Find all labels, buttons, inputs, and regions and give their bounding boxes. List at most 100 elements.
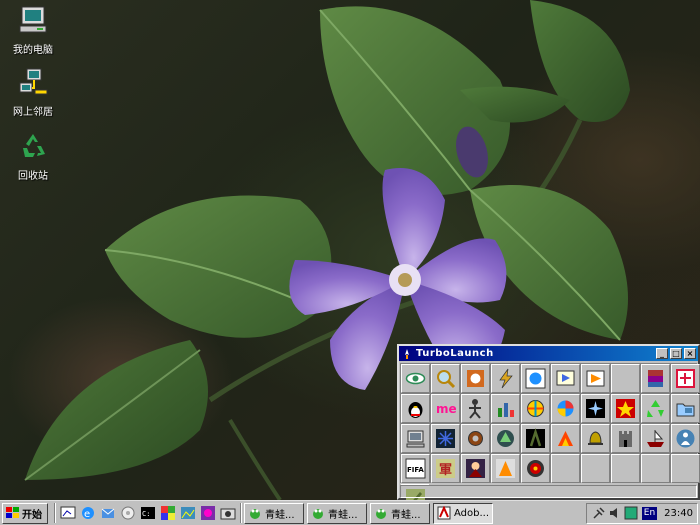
status-bar	[400, 485, 697, 498]
ie-browser-icon	[525, 368, 546, 389]
launcher-slot[interactable]	[521, 364, 550, 393]
svg-text:C:: C:	[142, 510, 150, 518]
recycle-icon	[647, 400, 664, 417]
separator	[240, 503, 242, 523]
launcher-slot[interactable]	[491, 364, 520, 393]
turbolaunch-title-bar[interactable]: TurboLaunch _ □ ×	[399, 346, 698, 361]
launcher-slot[interactable]	[401, 364, 430, 393]
launcher-slot[interactable]	[581, 364, 610, 393]
desktop-icon-label: 我的电脑	[13, 45, 53, 56]
svg-text:FIFA: FIFA	[407, 466, 424, 474]
frog-icon	[376, 509, 386, 519]
palette-icon[interactable]	[160, 505, 176, 521]
wheel-icon	[557, 400, 574, 417]
command-icon[interactable]: C:	[140, 505, 156, 521]
outlook-express-icon[interactable]	[100, 505, 116, 521]
image-viewer-icon[interactable]	[180, 505, 196, 521]
people-icon	[676, 429, 695, 448]
taskbar-button-label: Adob...	[454, 507, 490, 519]
launcher-slot-empty	[671, 454, 700, 483]
winrar-icon	[648, 370, 663, 387]
launcher-slot[interactable]: 軍	[431, 454, 460, 483]
media-player-icon	[556, 370, 575, 386]
adobe-icon	[437, 506, 451, 520]
launcher-slot[interactable]	[401, 424, 430, 453]
camera-icon[interactable]	[220, 505, 236, 521]
launcher-slot[interactable]: me	[431, 394, 460, 423]
taskbar-button-label: 青蛙...	[328, 509, 358, 521]
launcher-slot[interactable]	[521, 424, 550, 453]
taskbar-button[interactable]: 青蛙...	[244, 502, 304, 524]
ie-browser-icon[interactable]: e	[80, 505, 96, 521]
launcher-slot[interactable]	[551, 364, 580, 393]
launcher-slot[interactable]	[461, 454, 490, 483]
launcher-slot[interactable]	[671, 424, 700, 453]
launcher-slot[interactable]	[521, 454, 550, 483]
taskbar-button-label: 青蛙...	[391, 509, 421, 521]
stop-sign-icon	[467, 370, 484, 387]
app-icon[interactable]	[200, 505, 216, 521]
launcher-slot[interactable]	[581, 424, 610, 453]
magnifier-icon	[437, 370, 456, 389]
my-computer-shortcut[interactable]: 我的电脑	[1, 4, 65, 56]
launcher-slot[interactable]	[491, 454, 520, 483]
disc-icon[interactable]	[120, 505, 136, 521]
taskbar-button-label: 青蛙...	[265, 509, 295, 521]
separator	[54, 503, 56, 523]
launcher-slot[interactable]	[641, 394, 670, 423]
desktop-icon-label: 回收站	[18, 171, 48, 182]
taskbar-button[interactable]: 青蛙...	[307, 502, 367, 524]
svg-text:e: e	[84, 509, 90, 520]
launcher-grid: me FIFA 軍	[400, 363, 700, 500]
launcher-slot[interactable]	[641, 424, 670, 453]
rocket-icon	[405, 348, 409, 359]
taskbar-button[interactable]: Adob...	[433, 502, 493, 524]
desktop[interactable]: 我的电脑 网上邻居 回收站 TurboLaunch _ □ × me FIFA …	[0, 0, 700, 500]
satellite-icon[interactable]	[592, 506, 606, 520]
task-list: 青蛙... 青蛙... 青蛙... Adob...	[244, 502, 496, 524]
turbolaunch-window[interactable]: TurboLaunch _ □ × me FIFA 軍	[397, 344, 700, 500]
launcher-slot[interactable]	[611, 424, 640, 453]
system-tray: En 23:40	[585, 502, 698, 524]
launcher-slot[interactable]	[551, 394, 580, 423]
input-language-indicator[interactable]: En	[641, 506, 658, 520]
network-neighborhood-shortcut[interactable]: 网上邻居	[1, 66, 65, 118]
desktop-icon-label: 网上邻居	[13, 107, 53, 118]
launcher-slot[interactable]	[521, 394, 550, 423]
warrior-icon	[466, 459, 485, 478]
volume-icon[interactable]	[608, 506, 622, 520]
launcher-slot[interactable]	[671, 394, 700, 423]
minimize-button[interactable]: _	[656, 348, 668, 359]
qq-penguin-icon	[408, 402, 423, 418]
launcher-slot[interactable]	[581, 394, 610, 423]
recycle-bin-icon	[23, 134, 45, 157]
ime-icon[interactable]	[624, 506, 638, 520]
network-neighborhood-icon	[19, 68, 48, 95]
taskbar-button[interactable]: 青蛙...	[370, 502, 430, 524]
launcher-slot[interactable]	[551, 424, 580, 453]
launcher-slot[interactable]	[491, 394, 520, 423]
launcher-slot[interactable]	[401, 394, 430, 423]
launcher-slot[interactable]	[461, 364, 490, 393]
launcher-slot[interactable]	[641, 364, 670, 393]
start-button[interactable]: 开始	[2, 502, 48, 524]
start-label: 开始	[22, 509, 42, 521]
ball-icon	[527, 400, 544, 417]
network-tool-icon	[676, 369, 695, 388]
taskbar: 开始 e C: 青蛙... 青蛙... 青蛙... Adob... En 23:40	[0, 500, 700, 525]
computer-icon	[406, 430, 425, 448]
recycle-bin-shortcut[interactable]: 回收站	[1, 130, 65, 182]
launcher-slot[interactable]	[431, 424, 460, 453]
launcher-slot[interactable]	[611, 394, 640, 423]
launcher-slot[interactable]: FIFA	[401, 454, 430, 483]
show-desktop-icon[interactable]	[60, 505, 76, 521]
launcher-slot[interactable]	[461, 394, 490, 423]
launcher-slot[interactable]	[431, 364, 460, 393]
launcher-slot[interactable]	[461, 424, 490, 453]
close-button[interactable]: ×	[684, 348, 696, 359]
maximize-button[interactable]: □	[670, 348, 682, 359]
launcher-slot[interactable]	[671, 364, 700, 393]
snowflake-icon	[436, 429, 455, 448]
launcher-slot[interactable]	[491, 424, 520, 453]
clock[interactable]: 23:40	[664, 508, 693, 519]
